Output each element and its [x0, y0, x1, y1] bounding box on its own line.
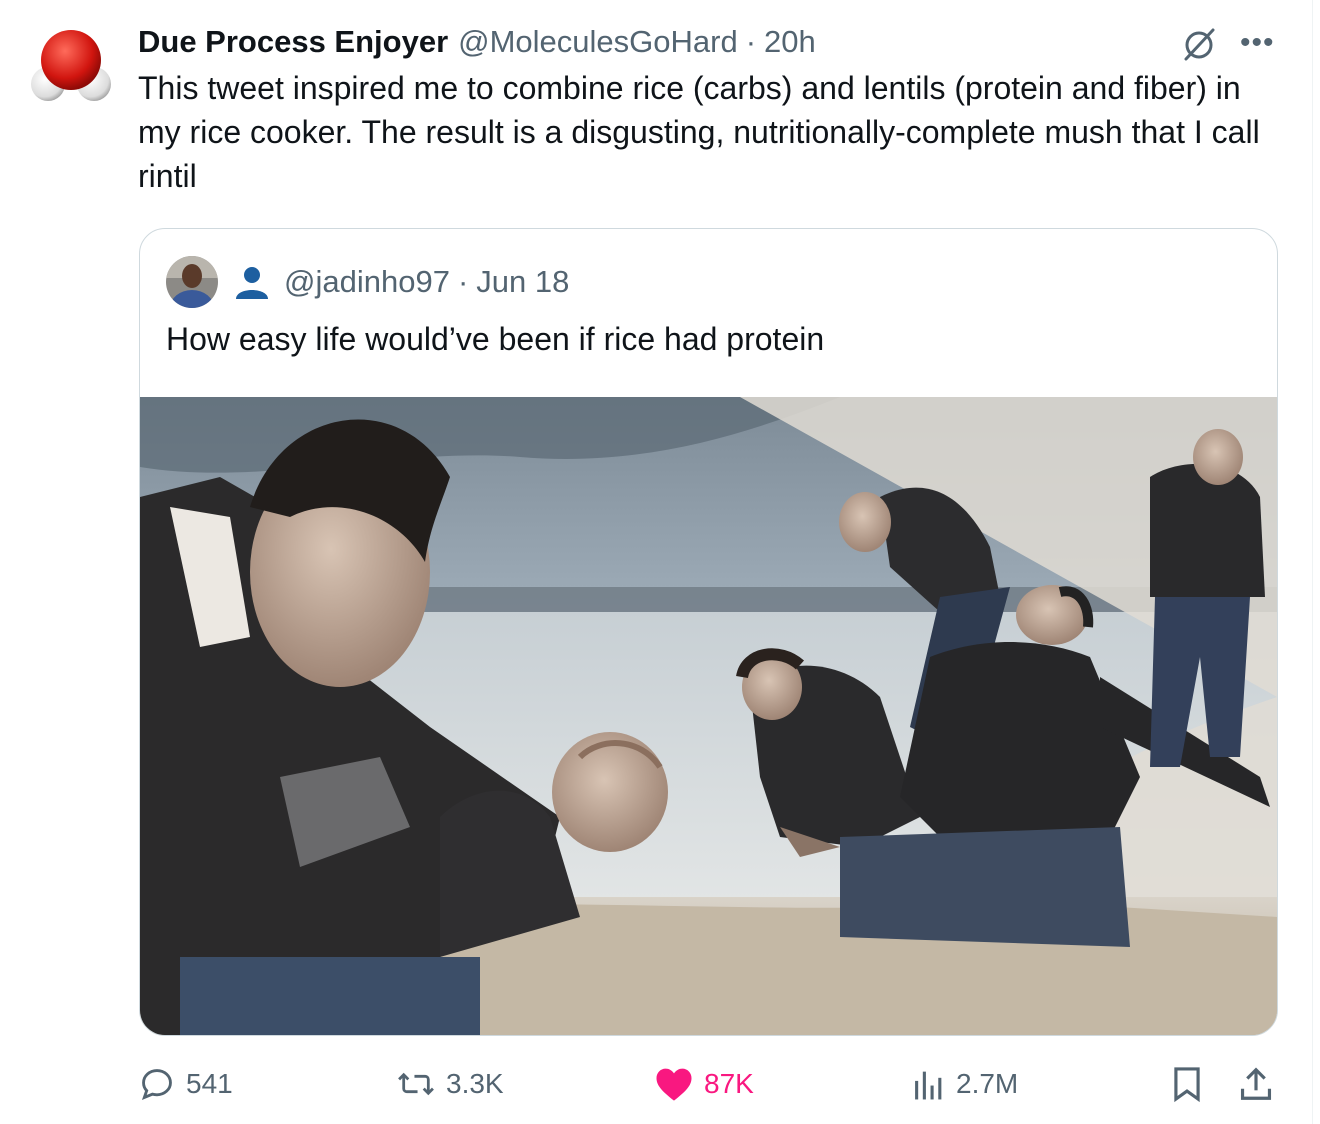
quoted-tweet-header: @jadinho97 · Jun 18 — [166, 255, 569, 309]
grok-icon[interactable] — [1180, 26, 1218, 64]
tweet-actions: 541 3.3K 87K 2.7M — [0, 1052, 1320, 1116]
tweet-header: Due Process Enjoyer @MoleculesGoHard · 2… — [138, 22, 816, 62]
quoted-author-avatar[interactable] — [166, 256, 218, 308]
views-count: 2.7M — [956, 1068, 1019, 1099]
water-molecule-icon — [31, 30, 111, 101]
quoted-tweet-date[interactable]: Jun 18 — [476, 264, 569, 300]
author-handle[interactable]: @MoleculesGoHard — [458, 24, 738, 60]
reply-count: 541 — [186, 1068, 233, 1099]
person-photo-icon — [166, 256, 218, 308]
author-name[interactable]: Due Process Enjoyer — [138, 24, 448, 60]
tweet-time[interactable]: 20h — [764, 24, 816, 60]
tweet-text: This tweet inspired me to combine rice (… — [138, 70, 1260, 194]
separator-dot: · — [745, 24, 757, 59]
views-button[interactable]: 2.7M — [912, 1052, 1018, 1116]
share-icon — [1240, 1067, 1272, 1100]
quoted-tweet-card[interactable]: @jadinho97 · Jun 18 How easy life would’… — [139, 228, 1278, 1036]
heart-icon — [656, 1068, 692, 1101]
reply-button[interactable]: 541 — [138, 1052, 233, 1116]
quoted-tweet-image[interactable] — [140, 397, 1277, 1035]
repost-count: 3.3K — [446, 1068, 504, 1099]
more-options-icon[interactable]: ••• — [1240, 28, 1275, 58]
views-chart-icon — [915, 1071, 942, 1100]
repost-button[interactable]: 3.3K — [396, 1052, 504, 1116]
separator-dot: · — [457, 264, 469, 299]
bookmark-icon — [1174, 1067, 1200, 1103]
reply-icon — [141, 1069, 172, 1100]
bookmark-button[interactable] — [1170, 1052, 1204, 1116]
share-button[interactable] — [1238, 1052, 1274, 1116]
like-count: 87K — [704, 1068, 754, 1099]
beach-sand-meme-image — [140, 397, 1277, 1035]
quoted-author-handle[interactable]: @jadinho97 — [284, 264, 450, 300]
person-icon — [232, 262, 272, 302]
author-avatar[interactable] — [30, 24, 112, 106]
quoted-tweet-text: How easy life would’ve been if rice had … — [166, 321, 825, 357]
repost-icon — [398, 1072, 434, 1096]
timeline-divider — [1312, 0, 1313, 1124]
like-button[interactable]: 87K — [654, 1052, 754, 1116]
